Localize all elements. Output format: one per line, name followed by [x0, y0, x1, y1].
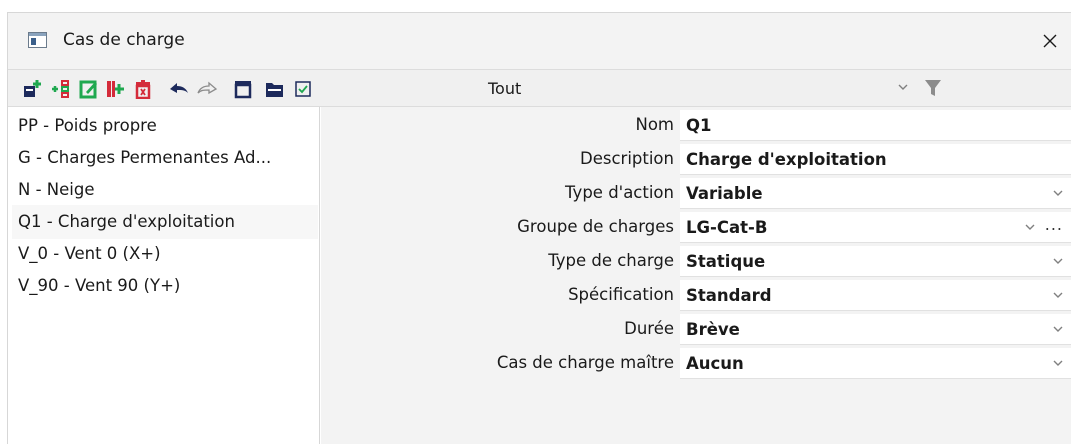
edit-icon	[79, 80, 97, 99]
insert-button[interactable]	[50, 78, 72, 100]
property-label: Description	[580, 149, 674, 168]
chevron-down-icon	[1025, 224, 1035, 230]
property-value: Q1	[686, 116, 712, 135]
load-case-item-n[interactable]: N - Neige	[12, 173, 318, 207]
load-cases-dialog: Cas de charge Tout PP - Poids propre G -…	[7, 12, 1071, 444]
delete-button[interactable]	[132, 78, 154, 100]
redo-button[interactable]	[196, 78, 218, 100]
load-case-item-q1[interactable]: Q1 - Charge d'exploitation	[12, 205, 318, 239]
property-label: Nom	[635, 115, 674, 134]
load-case-item-v0[interactable]: V_0 - Vent 0 (X+)	[12, 237, 318, 271]
chevron-down-icon	[1053, 190, 1063, 196]
description-field[interactable]: Charge d'exploitation	[680, 144, 1071, 175]
property-label: Cas de charge maître	[496, 353, 674, 372]
property-row-maitre: Cas de charge maître Aucun	[321, 346, 1071, 380]
specification-select[interactable]: Standard	[680, 280, 1071, 311]
property-value: Charge d'exploitation	[686, 150, 887, 169]
toolbar: Tout	[8, 69, 1071, 107]
action-type-select[interactable]: Variable	[680, 178, 1071, 209]
folder-button[interactable]	[264, 78, 286, 100]
property-label: Durée	[624, 319, 674, 338]
checkbox-icon	[295, 81, 311, 97]
property-row-nom: Nom Q1	[321, 108, 1071, 142]
dialog-body: PP - Poids propre G - Charges Permenante…	[8, 107, 1071, 444]
table-button[interactable]	[232, 78, 254, 100]
property-value: Statique	[686, 252, 766, 271]
property-label: Groupe de charges	[517, 217, 674, 236]
property-value: LG-Cat-B	[686, 218, 768, 237]
load-case-list: PP - Poids propre G - Charges Permenante…	[8, 107, 320, 444]
property-label: Type de charge	[548, 251, 674, 270]
redo-icon	[197, 81, 218, 95]
property-row-description: Description Charge d'exploitation	[321, 142, 1071, 176]
chevron-down-icon	[1053, 258, 1063, 264]
name-field[interactable]: Q1	[680, 110, 1071, 141]
checkbox-button[interactable]	[292, 78, 314, 100]
master-load-case-select[interactable]: Aucun	[680, 348, 1071, 379]
filter-icon[interactable]	[924, 78, 942, 98]
property-label: Spécification	[568, 285, 674, 304]
load-case-item-v90[interactable]: V_90 - Vent 90 (Y+)	[12, 269, 318, 303]
property-row-type-charge: Type de charge Statique	[321, 244, 1071, 278]
delete-icon	[135, 80, 151, 99]
copy-icon	[107, 81, 124, 97]
property-value: Standard	[686, 286, 772, 305]
edit-button[interactable]	[78, 78, 100, 100]
property-row-duree: Durée Brève	[321, 312, 1071, 346]
filter-dropdown[interactable]: Tout	[476, 74, 986, 103]
property-value: Aucun	[686, 354, 744, 373]
close-button[interactable]	[1029, 21, 1071, 61]
chevron-down-icon	[898, 84, 908, 90]
load-group-select[interactable]: LG-Cat-B ...	[680, 212, 1071, 243]
insert-icon	[52, 80, 69, 98]
load-case-item-pp[interactable]: PP - Poids propre	[12, 109, 318, 143]
properties-panel: Nom Q1 Description Charge d'exploitation…	[321, 107, 1071, 444]
chevron-down-icon	[1053, 360, 1063, 366]
property-value: Brève	[686, 320, 740, 339]
duration-select[interactable]: Brève	[680, 314, 1071, 345]
filter-value: Tout	[488, 79, 522, 98]
window-title: Cas de charge	[63, 30, 185, 50]
window-icon	[28, 32, 47, 48]
load-type-select[interactable]: Statique	[680, 246, 1071, 277]
folder-icon	[266, 83, 283, 97]
undo-icon	[170, 83, 188, 93]
close-icon	[1043, 34, 1057, 48]
more-options-button[interactable]: ...	[1045, 215, 1063, 234]
new-load-case-button[interactable]	[22, 78, 44, 100]
undo-button[interactable]	[168, 78, 190, 100]
title-bar: Cas de charge	[8, 13, 1071, 69]
property-label: Type d'action	[565, 183, 674, 202]
chevron-down-icon	[1053, 292, 1063, 298]
chevron-down-icon	[1053, 326, 1063, 332]
new-load-case-icon	[24, 80, 41, 97]
copy-button[interactable]	[104, 78, 126, 100]
property-row-type-action: Type d'action Variable	[321, 176, 1071, 210]
property-row-groupe: Groupe de charges LG-Cat-B ...	[321, 210, 1071, 244]
load-case-item-g[interactable]: G - Charges Permenantes Ad...	[12, 141, 318, 175]
table-icon	[234, 81, 252, 99]
property-row-specification: Spécification Standard	[321, 278, 1071, 312]
property-value: Variable	[686, 184, 763, 203]
